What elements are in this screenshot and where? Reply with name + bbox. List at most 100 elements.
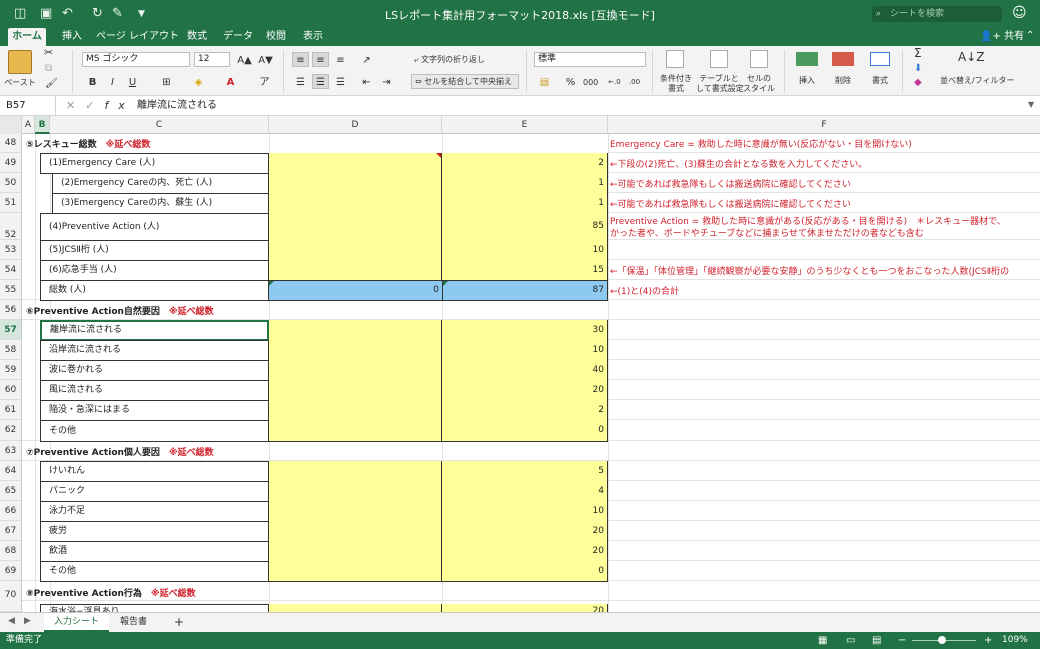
- merge-center-button[interactable]: ⇔ セルを結合して中央揃え: [411, 74, 519, 89]
- row-header[interactable]: 64: [0, 461, 22, 481]
- row-header[interactable]: 62: [0, 420, 22, 441]
- next-sheet-icon[interactable]: ▶: [24, 616, 31, 626]
- value-cell-e61[interactable]: 2: [442, 400, 608, 421]
- font-color-icon[interactable]: A: [222, 74, 239, 89]
- input-cell-d57[interactable]: [269, 320, 442, 341]
- input-cell-d50[interactable]: [269, 173, 442, 194]
- name-box[interactable]: B57: [0, 96, 56, 116]
- decrease-indent-icon[interactable]: ⇤: [358, 74, 375, 89]
- label-total[interactable]: 総数 (人): [40, 280, 269, 301]
- column-header-c[interactable]: C: [50, 116, 269, 134]
- add-sheet-icon[interactable]: +: [164, 613, 194, 632]
- label-emergency-care-death[interactable]: (2)Emergency Careの内、死亡 (人): [52, 173, 269, 194]
- sort-filter-button[interactable]: 並べ替え/フィルター: [940, 76, 1015, 86]
- value-cell-e49[interactable]: 2: [442, 153, 608, 174]
- clear-icon[interactable]: ◆: [914, 78, 922, 88]
- collapse-ribbon-icon[interactable]: ⌃: [1026, 30, 1034, 41]
- zoom-out-icon[interactable]: −: [898, 632, 906, 649]
- conditional-format-button[interactable]: 条件付き 書式: [656, 74, 696, 94]
- input-cell-d64[interactable]: [269, 461, 442, 482]
- row-header[interactable]: 70: [0, 581, 22, 612]
- row-header[interactable]: 48: [0, 134, 22, 153]
- bold-button[interactable]: B: [84, 74, 101, 89]
- row-header[interactable]: 51: [0, 193, 22, 213]
- input-cell-d53[interactable]: [269, 240, 442, 261]
- normal-view-icon[interactable]: ▦: [818, 632, 827, 649]
- cut-icon[interactable]: ✂: [44, 47, 53, 58]
- value-cell-e68[interactable]: 20: [442, 541, 608, 562]
- label-emergency-care-revival[interactable]: (3)Emergency Careの内、蘇生 (人): [52, 193, 269, 214]
- label-swim-ability[interactable]: 泳力不足: [40, 501, 269, 522]
- decrease-font-icon[interactable]: A▼: [257, 52, 274, 67]
- value-cell-e67[interactable]: 20: [442, 521, 608, 542]
- sheet-tab-input[interactable]: 入力シート: [44, 613, 110, 632]
- input-cell-d60[interactable]: [269, 380, 442, 401]
- paste-button[interactable]: ペースト: [4, 78, 36, 88]
- wrap-text-button[interactable]: ⤶ 文字列の折り返し: [414, 55, 485, 65]
- increase-indent-icon[interactable]: ⇥: [378, 74, 395, 89]
- row-header[interactable]: 54: [0, 260, 22, 280]
- label-preventive-action[interactable]: (4)Preventive Action (人): [40, 213, 269, 241]
- align-center-icon[interactable]: ☰: [312, 74, 329, 89]
- input-cell-d51[interactable]: [269, 193, 442, 214]
- share-button[interactable]: 👤+ 共有: [980, 28, 1024, 46]
- underline-button[interactable]: U: [124, 74, 141, 89]
- value-cell-e60[interactable]: 20: [442, 380, 608, 401]
- function-icon[interactable]: fx: [104, 99, 134, 112]
- value-cell-e59[interactable]: 40: [442, 360, 608, 381]
- row-header[interactable]: 61: [0, 400, 22, 420]
- label-panic[interactable]: パニック: [40, 481, 269, 502]
- label-first-aid[interactable]: (6)応急手当 (人): [40, 260, 269, 281]
- tab-insert[interactable]: 挿入: [58, 28, 86, 46]
- value-cell-e52[interactable]: 85: [442, 213, 608, 241]
- formula-input[interactable]: 離岸流に流される: [137, 96, 217, 116]
- search-input[interactable]: ⌕ シートを検索: [872, 6, 1002, 22]
- tab-view[interactable]: 表示: [299, 28, 327, 46]
- input-cell-d62[interactable]: [269, 420, 442, 442]
- expand-formula-icon[interactable]: ▼: [1028, 100, 1034, 109]
- autosum-icon[interactable]: Σ: [914, 47, 922, 59]
- value-cell-e69[interactable]: 0: [442, 561, 608, 582]
- enter-icon[interactable]: ✓: [85, 99, 104, 112]
- input-cell-d54[interactable]: [269, 260, 442, 281]
- orientation-icon[interactable]: ↗: [358, 52, 375, 67]
- format-button[interactable]: 書式: [868, 76, 892, 86]
- fill-icon[interactable]: ⬇: [914, 64, 922, 74]
- increase-decimal-icon[interactable]: ←.0: [606, 74, 623, 89]
- label-jcs[interactable]: (5)JCSⅡ桁 (人): [40, 240, 269, 261]
- value-cell-e62[interactable]: 0: [442, 420, 608, 442]
- zoom-in-icon[interactable]: +: [984, 632, 992, 649]
- column-header-f[interactable]: F: [608, 116, 1040, 134]
- input-cell-d52[interactable]: [269, 213, 442, 241]
- label-drinking[interactable]: 飲酒: [40, 541, 269, 562]
- delete-button[interactable]: 削除: [830, 76, 856, 86]
- row-header[interactable]: 69: [0, 561, 22, 581]
- insert-button[interactable]: 挿入: [794, 76, 820, 86]
- row-header[interactable]: 65: [0, 481, 22, 501]
- row-header[interactable]: 59: [0, 360, 22, 380]
- value-cell-e50[interactable]: 1: [442, 173, 608, 194]
- label-cramp[interactable]: けいれん: [40, 461, 269, 482]
- currency-icon[interactable]: ▤: [536, 74, 553, 89]
- row-header[interactable]: 68: [0, 541, 22, 561]
- input-cell-d58[interactable]: [269, 340, 442, 361]
- label-emergency-care[interactable]: (1)Emergency Care (人): [40, 153, 269, 174]
- value-cell-e54[interactable]: 15: [442, 260, 608, 281]
- sheet-tab-report[interactable]: 報告書: [110, 613, 157, 632]
- total-cell-d55[interactable]: 0: [268, 280, 443, 301]
- comma-icon[interactable]: 000: [582, 74, 599, 89]
- label-fatigue[interactable]: 疲労: [40, 521, 269, 542]
- input-cell-d69[interactable]: [269, 561, 442, 582]
- zoom-level[interactable]: 109%: [1002, 632, 1028, 649]
- label-wind[interactable]: 風に流される: [40, 380, 269, 401]
- input-cell-d65[interactable]: [269, 481, 442, 502]
- row-header[interactable]: 52: [0, 213, 22, 240]
- label-personal-other[interactable]: その他: [40, 561, 269, 582]
- font-size-select[interactable]: 12: [194, 52, 230, 67]
- cell-styles-button[interactable]: セルの スタイル: [742, 74, 776, 94]
- align-left-icon[interactable]: ☰: [292, 74, 309, 89]
- page-break-view-icon[interactable]: ▤: [872, 632, 881, 649]
- input-cell-d66[interactable]: [269, 501, 442, 522]
- prev-sheet-icon[interactable]: ◀: [8, 616, 15, 626]
- value-cell-e51[interactable]: 1: [442, 193, 608, 214]
